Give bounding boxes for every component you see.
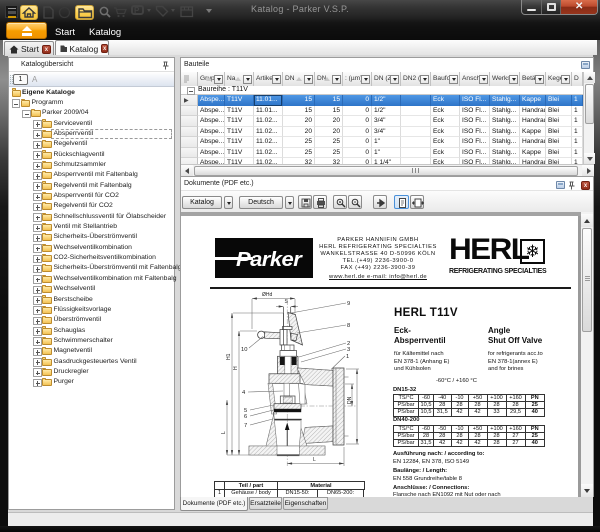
- svg-text:3: 3: [347, 347, 350, 353]
- svg-text:9: 9: [347, 301, 350, 307]
- svg-text:4: 4: [242, 390, 246, 396]
- svg-text:1: 1: [346, 354, 349, 360]
- svg-text:L: L: [313, 457, 316, 463]
- svg-text:L: L: [221, 431, 227, 434]
- svg-text:8: 8: [347, 323, 350, 329]
- svg-text:DN: DN: [347, 396, 353, 404]
- svg-text:10: 10: [241, 347, 247, 353]
- svg-text:7: 7: [244, 423, 247, 429]
- svg-text:S: S: [285, 299, 289, 305]
- svg-text:H: H: [233, 366, 239, 370]
- svg-text:6: 6: [244, 414, 247, 420]
- svg-text:ØHd: ØHd: [262, 292, 273, 298]
- svg-text:H1: H1: [226, 353, 232, 360]
